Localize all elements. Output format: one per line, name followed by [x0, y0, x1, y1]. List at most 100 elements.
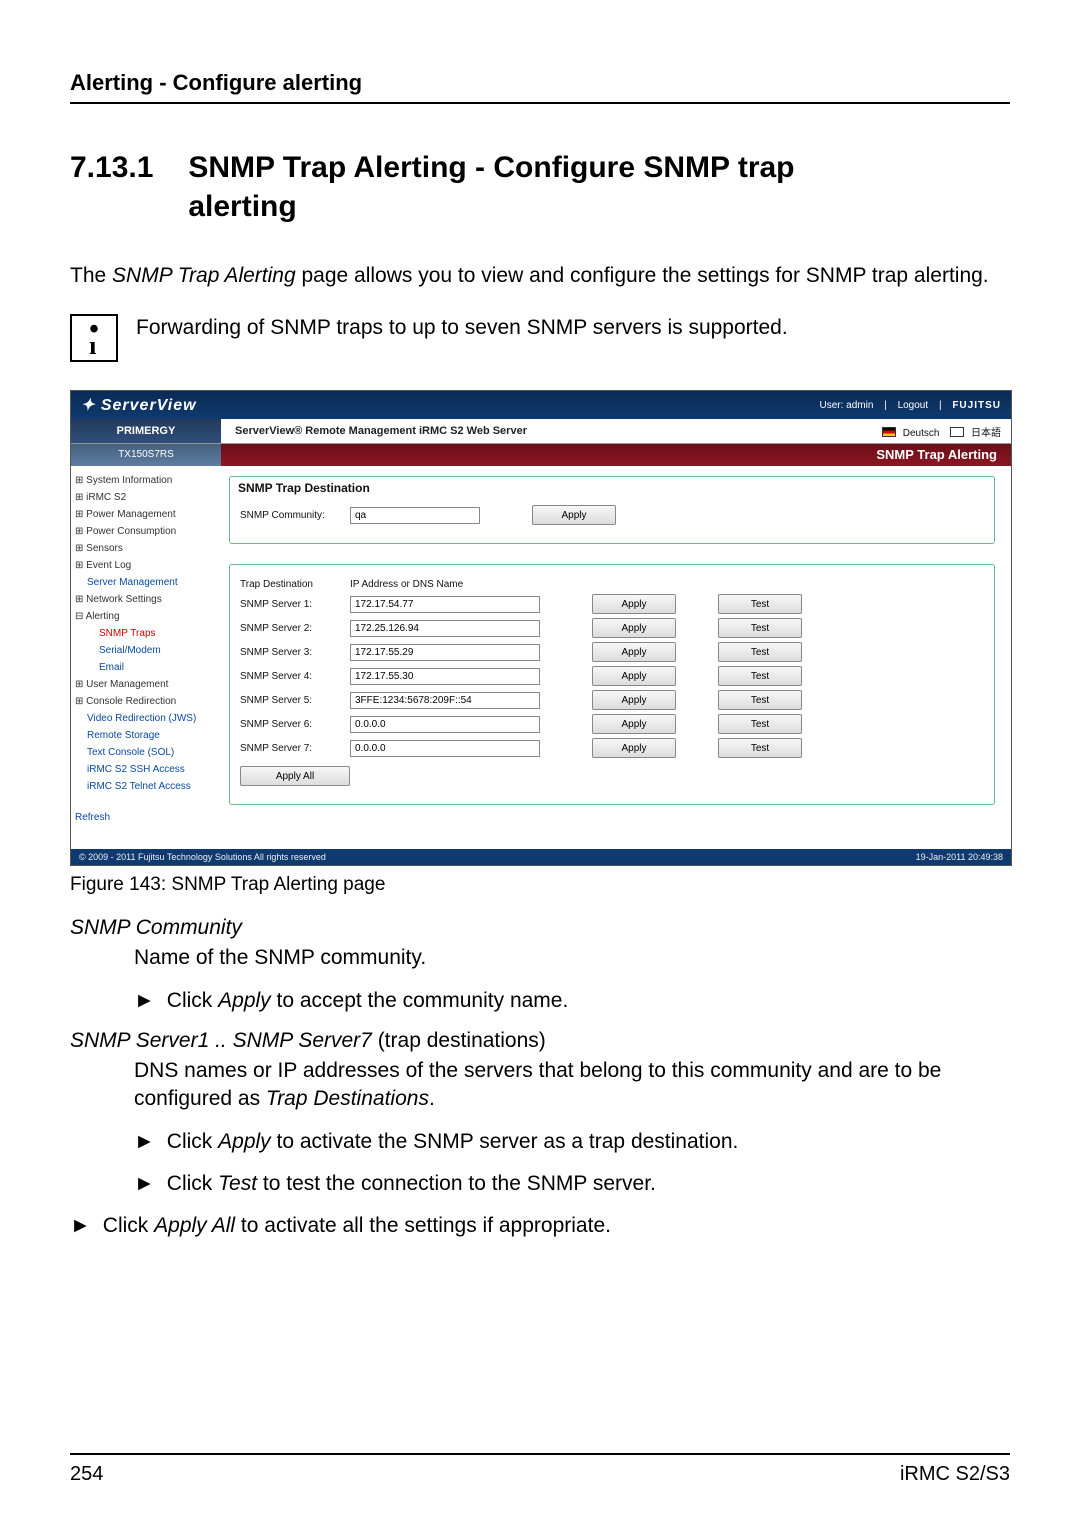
server-apply-button[interactable]: Apply — [592, 690, 676, 710]
model-badge: TX150S7RS — [71, 444, 221, 466]
logout-link[interactable]: Logout — [898, 400, 929, 411]
server-test-button[interactable]: Test — [718, 666, 802, 686]
server-label: SNMP Server 2: — [240, 623, 344, 634]
sidebar-item[interactable]: ⊞ iRMC S2 — [75, 489, 217, 506]
sidebar-item[interactable]: iRMC S2 SSH Access — [75, 761, 217, 778]
def-desc-servers: DNS names or IP addresses of the servers… — [134, 1057, 1010, 1114]
figure: ✦ ServerView User: admin | Logout | FUJI… — [70, 390, 1010, 896]
server-apply-button[interactable]: Apply — [592, 666, 676, 686]
sidebar-item[interactable]: Video Redirection (JWS) — [75, 710, 217, 727]
page-number: 254 — [70, 1463, 103, 1486]
server-row: SNMP Server 1: Apply Test — [240, 594, 984, 614]
section-heading: 7.13.1 SNMP Trap Alerting - Configure SN… — [70, 148, 1010, 226]
copyright: © 2009 - 2011 Fujitsu Technology Solutio… — [79, 852, 326, 862]
server-test-button[interactable]: Test — [718, 714, 802, 734]
page-footer: 254 iRMC S2/S3 — [70, 1463, 1010, 1486]
info-icon: •ı — [70, 314, 118, 362]
flag-jp-icon — [950, 427, 964, 437]
server-apply-button[interactable]: Apply — [592, 594, 676, 614]
sidebar-item[interactable]: Remote Storage — [75, 727, 217, 744]
refresh-link[interactable]: Refresh — [75, 809, 217, 826]
bullet-apply-server: ► Click Apply to activate the SNMP serve… — [134, 1128, 1010, 1156]
bullet-apply-community: ► Click Apply to accept the community na… — [134, 987, 1010, 1015]
server-row: SNMP Server 6:ApplyTest — [240, 714, 984, 734]
server-row: SNMP Server 5: Apply Test — [240, 690, 984, 710]
titlebar-right: User: admin | Logout | FUJITSU — [811, 400, 1001, 411]
server-apply-button[interactable]: Apply — [592, 618, 676, 638]
intro-post: page allows you to view and configure th… — [296, 264, 989, 287]
running-head: Alerting - Configure alerting — [70, 70, 1010, 96]
col-hdr-dest: Trap Destination — [240, 579, 344, 590]
community-apply-button[interactable]: Apply — [532, 505, 616, 525]
def-desc-community: Name of the SNMP community. — [134, 944, 1010, 972]
user-label: User: admin — [819, 400, 873, 411]
sidebar-item[interactable]: ⊞ Sensors — [75, 540, 217, 557]
triangle-bullet-icon: ► — [134, 987, 155, 1015]
lang-de[interactable]: Deutsch — [903, 428, 940, 439]
intro-paragraph: The SNMP Trap Alerting page allows you t… — [70, 262, 1010, 290]
server-label: SNMP Server 4: — [240, 671, 344, 682]
server-row: SNMP Server 4: Apply Test — [240, 666, 984, 686]
sidebar-item[interactable]: SNMP Traps — [75, 625, 217, 642]
intro-em: SNMP Trap Alerting — [112, 264, 296, 287]
page-title-strip: SNMP Trap Alerting — [221, 444, 1011, 466]
brand-logo: ✦ ServerView — [81, 395, 197, 415]
server-test-button[interactable]: Test — [718, 594, 802, 614]
panel-community: SNMP Trap Destination SNMP Community: Ap… — [229, 476, 995, 544]
main-pane: SNMP Trap Destination SNMP Community: Ap… — [221, 466, 1011, 849]
server-input[interactable] — [350, 644, 540, 661]
doc-id: iRMC S2/S3 — [900, 1463, 1010, 1486]
server-input[interactable] — [350, 716, 540, 733]
server-input[interactable] — [350, 740, 540, 757]
bullet-apply-all: ► Click Apply All to activate all the se… — [70, 1212, 1010, 1240]
panel-title: SNMP Trap Destination — [238, 481, 984, 495]
section-title: SNMP Trap Alerting - Configure SNMP trap… — [188, 148, 888, 226]
server-apply-button[interactable]: Apply — [592, 738, 676, 758]
sidebar-item[interactable]: ⊞ User Management — [75, 676, 217, 693]
sidebar-item[interactable]: Email — [75, 659, 217, 676]
def-term-community: SNMP Community — [70, 916, 1010, 940]
server-label: SNMP Server 3: — [240, 647, 344, 658]
sidebar-item[interactable]: iRMC S2 Telnet Access — [75, 778, 217, 795]
sidebar-item[interactable]: ⊞ Power Consumption — [75, 523, 217, 540]
sidebar-item[interactable]: ⊞ System Information — [75, 472, 217, 489]
server-test-button[interactable]: Test — [718, 690, 802, 710]
sidebar-item[interactable]: Serial/Modem — [75, 642, 217, 659]
server-input[interactable] — [350, 668, 540, 685]
titlebar: ✦ ServerView User: admin | Logout | FUJI… — [71, 391, 1011, 419]
vendor-logo: FUJITSU — [952, 400, 1001, 411]
server-label: SNMP Server 1: — [240, 599, 344, 610]
server-input[interactable] — [350, 692, 540, 709]
server-input[interactable] — [350, 620, 540, 637]
section-number: 7.13.1 — [70, 148, 180, 187]
sidebar-item[interactable]: ⊞ Power Management — [75, 506, 217, 523]
apply-all-button[interactable]: Apply All — [240, 766, 350, 786]
info-text: Forwarding of SNMP traps to up to seven … — [136, 314, 1010, 342]
community-input[interactable] — [350, 507, 480, 524]
sidebar-item[interactable]: ⊞ Console Redirection — [75, 693, 217, 710]
subheader: PRIMERGY ServerView® Remote Management i… — [71, 419, 1011, 444]
server-input[interactable] — [350, 596, 540, 613]
sidebar-item[interactable]: ⊞ Network Settings — [75, 591, 217, 608]
server-test-button[interactable]: Test — [718, 642, 802, 662]
triangle-bullet-icon: ► — [70, 1212, 91, 1240]
server-test-button[interactable]: Test — [718, 618, 802, 638]
server-test-button[interactable]: Test — [718, 738, 802, 758]
primergy-badge: PRIMERGY — [71, 419, 221, 443]
sidebar-item[interactable]: ⊟ Alerting — [75, 608, 217, 625]
server-apply-button[interactable]: Apply — [592, 714, 676, 734]
server-label: SNMP Server 7: — [240, 743, 344, 754]
rule — [70, 102, 1010, 104]
screenshot-footer: © 2009 - 2011 Fujitsu Technology Solutio… — [71, 849, 1011, 865]
sidebar-item[interactable]: Server Management — [75, 574, 217, 591]
sidebar-item[interactable]: ⊞ Event Log — [75, 557, 217, 574]
intro-pre: The — [70, 264, 112, 287]
lang-switch: Deutsch 日本語 — [874, 424, 1011, 439]
community-label: SNMP Community: — [240, 510, 344, 521]
server-row: SNMP Server 7: Apply Test — [240, 738, 984, 758]
figure-caption: Figure 143: SNMP Trap Alerting page — [70, 874, 1010, 896]
sidebar-item[interactable]: Text Console (SOL) — [75, 744, 217, 761]
server-label: SNMP Server 5: — [240, 695, 344, 706]
server-apply-button[interactable]: Apply — [592, 642, 676, 662]
lang-jp[interactable]: 日本語 — [971, 428, 1001, 439]
